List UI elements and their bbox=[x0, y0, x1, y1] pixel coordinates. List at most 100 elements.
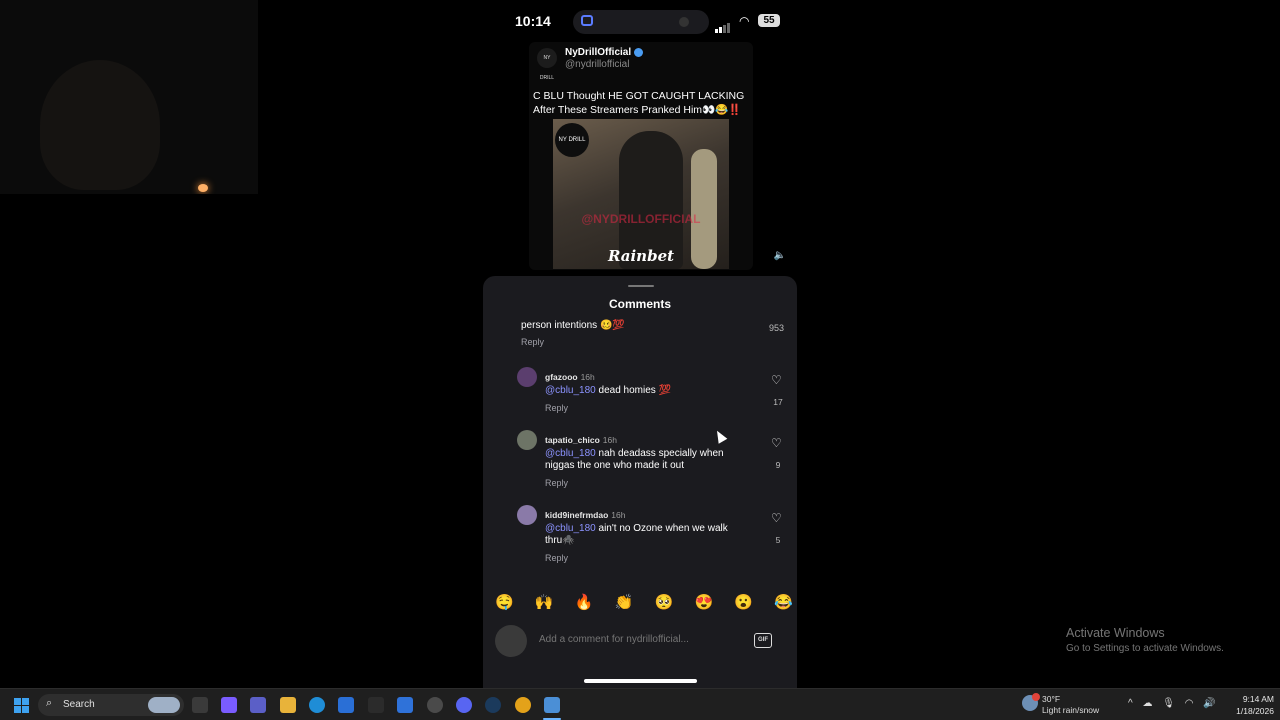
teams-icon[interactable] bbox=[250, 697, 266, 713]
comments-title: Comments bbox=[608, 297, 671, 311]
windows-taskbar: ⌕ Search 30°F Light rain/snow ^ ☁ 🎙 ◠ 🔊 … bbox=[0, 688, 1280, 720]
onedrive-icon[interactable]: ☁ bbox=[1142, 698, 1152, 709]
microphone-icon[interactable]: 🎙 bbox=[1162, 698, 1175, 709]
cellular-signal-icon bbox=[715, 15, 731, 33]
tweet-text: C BLU Thought HE GOT CAUGHT LACKING Afte… bbox=[533, 90, 745, 116]
like-count: 953 bbox=[769, 323, 785, 333]
tweet-card[interactable]: NY DRILL NyDrillOfficial @nydrillofficia… bbox=[529, 42, 753, 270]
sheet-drag-handle[interactable] bbox=[628, 285, 654, 287]
epic-games-icon[interactable] bbox=[368, 697, 384, 713]
comment-time: 16h bbox=[580, 372, 595, 382]
windows-start-icon[interactable] bbox=[14, 698, 29, 713]
mention-link[interactable]: @cblu_180 bbox=[545, 448, 596, 459]
tweet-handle: @nydrillofficial bbox=[565, 59, 630, 70]
phone-link-icon[interactable] bbox=[544, 697, 560, 713]
screen-mirror-icon bbox=[581, 15, 593, 26]
clock-time: 9:14 AM bbox=[1242, 694, 1274, 704]
mention-link[interactable]: @cblu_180 bbox=[545, 523, 596, 534]
emoji-heart-eyes-button[interactable]: 😍 bbox=[694, 593, 713, 611]
avatar[interactable] bbox=[517, 367, 537, 387]
reply-button[interactable]: Reply bbox=[545, 478, 739, 488]
emoji-drool-button[interactable]: 🤤 bbox=[495, 593, 514, 611]
weather-temp: 30°F bbox=[1042, 694, 1061, 704]
heart-icon[interactable]: ♡ bbox=[771, 511, 782, 525]
dynamic-island bbox=[573, 10, 709, 34]
chevron-up-icon[interactable]: ^ bbox=[1128, 698, 1133, 709]
search-label: Search bbox=[63, 699, 95, 710]
comment-time: 16h bbox=[602, 435, 617, 445]
comments-sheet: Comments person intentions 🥴💯 Reply 953 … bbox=[483, 276, 797, 688]
comment-username[interactable]: kidd9inefrmdao bbox=[545, 510, 608, 520]
comment-partial: person intentions 🥴💯 Reply bbox=[521, 320, 625, 347]
status-bar: 10:14 ◠ 55 bbox=[483, 0, 797, 42]
search-icon: ⌕ bbox=[46, 697, 53, 709]
wifi-icon[interactable]: ◠ bbox=[1185, 698, 1194, 709]
reply-button[interactable]: Reply bbox=[545, 553, 739, 563]
status-time: 10:14 bbox=[515, 13, 551, 29]
volume-icon[interactable]: 🔊 bbox=[1203, 698, 1215, 709]
emoji-surprised-button[interactable]: 😮 bbox=[734, 593, 753, 611]
rockstar-icon[interactable] bbox=[427, 697, 443, 713]
wifi-icon: ◠ bbox=[739, 14, 750, 28]
heart-icon[interactable]: ♡ bbox=[771, 436, 782, 450]
activate-windows-watermark: Activate Windows Go to Settings to activ… bbox=[1066, 626, 1224, 654]
tweet-author-row: NyDrillOfficial bbox=[565, 47, 644, 58]
clock-date: 1/18/2026 bbox=[1236, 706, 1274, 716]
comment-username[interactable]: gfazooo bbox=[545, 372, 578, 382]
video-watermark: @NYDRILLOFFICIAL bbox=[581, 212, 701, 226]
heart-icon[interactable]: ♡ bbox=[771, 373, 782, 387]
emoji-raised-hands-button[interactable]: 🙌 bbox=[535, 593, 554, 611]
reply-button[interactable]: Reply bbox=[545, 403, 739, 413]
discord-icon[interactable] bbox=[456, 697, 472, 713]
avatar bbox=[495, 625, 527, 657]
comment-text: person intentions 🥴💯 bbox=[521, 320, 625, 331]
taskbar-search[interactable]: ⌕ Search bbox=[38, 694, 184, 716]
webcam-overlay bbox=[0, 0, 258, 194]
streamer-silhouette bbox=[40, 60, 160, 190]
avatar[interactable] bbox=[517, 505, 537, 525]
search-highlight-icon bbox=[148, 697, 180, 713]
comment-composer: GIF bbox=[495, 625, 773, 657]
like-count: 9 bbox=[775, 460, 781, 470]
comment-input[interactable] bbox=[539, 634, 739, 645]
store-icon[interactable] bbox=[338, 697, 354, 713]
taskbar-clock[interactable]: 9:14 AM 1/18/2026 bbox=[1222, 693, 1274, 717]
chrome-icon[interactable] bbox=[515, 697, 531, 713]
weather-condition: Light rain/snow bbox=[1042, 705, 1100, 715]
tweet-author-name: NyDrillOfficial bbox=[565, 47, 632, 58]
emoji-pleading-button[interactable]: 🥺 bbox=[655, 593, 674, 611]
home-indicator[interactable] bbox=[584, 679, 697, 683]
emoji-quick-bar: 🤤 🙌 🔥 👏 🥺 😍 😮 😂 bbox=[495, 593, 793, 611]
emoji-laugh-button[interactable]: 😂 bbox=[774, 593, 793, 611]
battery-level: 55 bbox=[758, 14, 780, 27]
avatar[interactable] bbox=[517, 430, 537, 450]
comment-text: dead homies 💯 bbox=[595, 385, 672, 396]
like-count: 17 bbox=[773, 397, 783, 407]
copilot-icon[interactable] bbox=[221, 697, 237, 713]
comment-time: 16h bbox=[611, 510, 626, 520]
steam-icon[interactable] bbox=[485, 697, 501, 713]
weather-alert-badge bbox=[1032, 693, 1040, 701]
video-channel-logo: NY DRILL bbox=[555, 123, 589, 157]
lamp-light bbox=[198, 184, 208, 192]
volume-icon[interactable]: 🔈 bbox=[773, 249, 787, 263]
file-explorer-icon[interactable] bbox=[280, 697, 296, 713]
reply-button[interactable]: Reply bbox=[521, 337, 625, 347]
video-brand-logo: Rainbet bbox=[607, 247, 675, 265]
like-count: 5 bbox=[775, 535, 781, 545]
tweet-video[interactable]: NY DRILL @NYDRILLOFFICIAL Rainbet bbox=[553, 119, 729, 269]
mention-link[interactable]: @cblu_180 bbox=[545, 385, 596, 396]
emoji-fire-button[interactable]: 🔥 bbox=[575, 593, 594, 611]
system-tray: ^ ☁ 🎙 ◠ 🔊 bbox=[1128, 698, 1223, 709]
verified-badge-icon bbox=[634, 47, 644, 57]
gif-button[interactable]: GIF bbox=[754, 633, 772, 648]
activate-subtitle: Go to Settings to activate Windows. bbox=[1066, 643, 1224, 654]
edge-icon[interactable] bbox=[309, 697, 325, 713]
blue-app-icon[interactable] bbox=[397, 697, 413, 713]
activate-title: Activate Windows bbox=[1066, 626, 1165, 640]
comment-username[interactable]: tapatio_chico bbox=[545, 435, 600, 445]
emoji-clap-button[interactable]: 👏 bbox=[615, 593, 634, 611]
task-view-icon[interactable] bbox=[192, 697, 208, 713]
tweet-avatar: NY DRILL bbox=[537, 48, 557, 81]
camera-dot-icon bbox=[679, 17, 689, 27]
